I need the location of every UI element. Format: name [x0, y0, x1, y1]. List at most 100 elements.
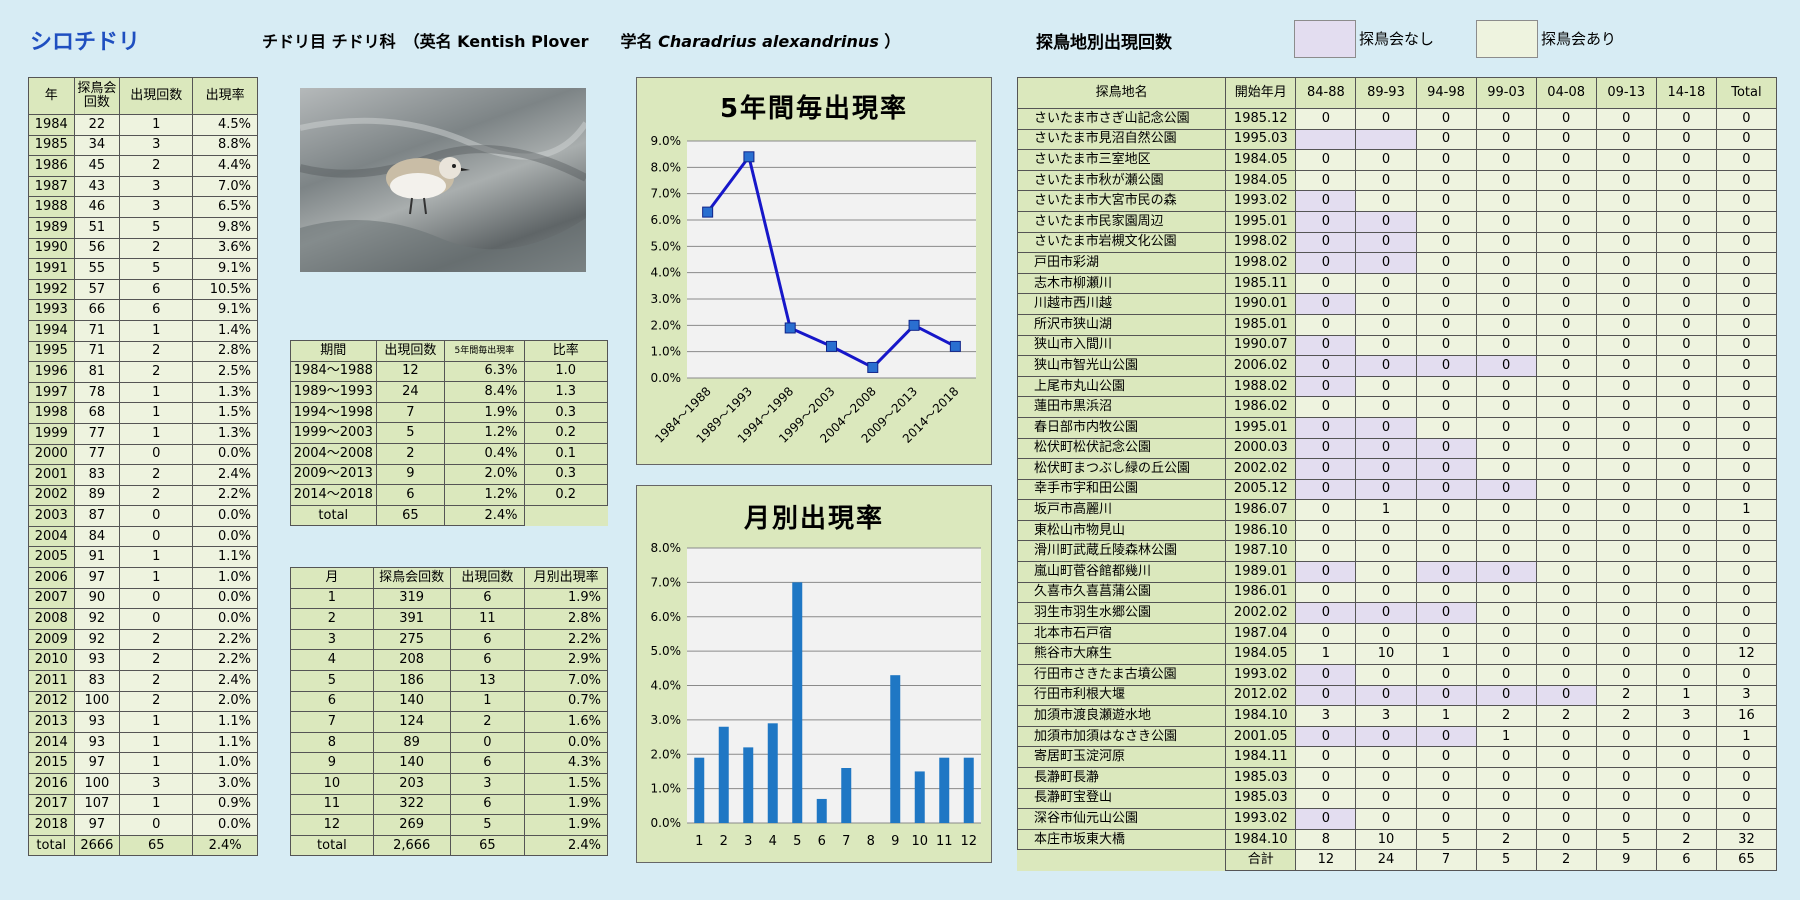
table-row: 1988 46 3 6.5% — [28, 196, 258, 218]
count-cell: 0 — [1715, 231, 1778, 254]
table-row: 行田市利根大堰 2012.02 0 0 0 0 0 2 1 3 — [1016, 684, 1778, 707]
table-cell: 9.1% — [192, 299, 258, 321]
count-cell: 0 — [1715, 355, 1778, 377]
table-cell: 391 — [372, 608, 451, 630]
count-cell: 0 — [1655, 128, 1717, 151]
col-header: 期間 — [290, 340, 377, 362]
table-cell: 1993 — [28, 299, 75, 321]
start-date: 1985.12 — [1225, 108, 1297, 130]
table-cell: 1999 — [28, 422, 75, 445]
table-cell: 275 — [372, 628, 451, 651]
count-cell: 1 — [1415, 643, 1477, 666]
table-cell: 1989～1993 — [290, 381, 377, 403]
table-cell: 269 — [372, 814, 451, 836]
col-header: 探鳥会回数 — [73, 77, 121, 115]
table-cell: 1.0% — [192, 567, 258, 589]
table-row: 行田市さきたま古墳公園 1993.02 0 0 0 0 0 0 0 0 — [1016, 664, 1778, 686]
table-cell: 2017 — [28, 793, 75, 816]
table-cell: 1984～1988 — [290, 360, 377, 383]
count-cell: 0 — [1415, 355, 1477, 377]
count-cell: 0 — [1415, 169, 1477, 192]
bird-photo — [300, 88, 586, 272]
blank-cell — [1018, 850, 1226, 871]
count-cell: 0 — [1355, 746, 1417, 768]
count-cell: 0 — [1595, 108, 1657, 130]
site-name: 深谷市仙元山公園 — [1016, 808, 1227, 830]
count-cell: 0 — [1475, 272, 1537, 295]
month-table-wrap: 月 探鳥会回数 出現回数 月別出現率 1 319 6 1.9% 2 391 11 2.8% 3 2… — [290, 567, 608, 857]
count-cell: 0 — [1415, 581, 1477, 604]
count-cell: 0 — [1295, 396, 1357, 418]
count-cell: 12 — [1715, 643, 1778, 666]
start-date: 1998.02 — [1225, 252, 1297, 274]
count-cell: 2 — [1535, 705, 1597, 727]
x-tick-label: 11 — [936, 834, 953, 849]
count-cell: 0 — [1475, 519, 1537, 542]
table-cell: 71 — [73, 319, 121, 342]
count-cell: 0 — [1415, 272, 1477, 295]
site-name: 春日部市内牧公園 — [1016, 416, 1227, 439]
order-family: チドリ目 チドリ科 — [262, 32, 396, 51]
count-cell: 0 — [1595, 437, 1657, 460]
count-cell: 0 — [1715, 169, 1778, 192]
table-cell: 0.0% — [192, 587, 258, 610]
count-cell: 0 — [1715, 396, 1778, 418]
year-table: 年 探鳥会回数 出現回数 出現率 1984 22 1 4.5% 1985 34 3 8.8% 1… — [28, 77, 258, 857]
start-date: 1995.03 — [1225, 128, 1297, 151]
col-header: 09-13 — [1595, 77, 1657, 109]
count-cell: 0 — [1475, 787, 1537, 810]
count-cell: 0 — [1535, 416, 1597, 439]
count-cell: 0 — [1535, 684, 1597, 707]
table-cell: 51 — [73, 216, 121, 239]
count-cell: 0 — [1595, 458, 1657, 480]
site-name: 行田市利根大堰 — [1016, 684, 1227, 707]
count-cell: 0 — [1535, 334, 1597, 357]
table-cell: 1 — [119, 711, 194, 733]
table-cell: 0 — [119, 608, 194, 630]
line-chart-svg: 0.0% 1.0% 2.0% 3.0% 4.0% 5.0% 6.0% 7.0% 8.0% 9.0%… — [651, 134, 976, 446]
table-cell: 7 — [290, 711, 374, 733]
table-cell: 2004 — [28, 525, 75, 548]
count-cell: 0 — [1415, 664, 1477, 686]
count-cell: 0 — [1295, 334, 1357, 357]
total-row: total 2,666 65 2.4% — [290, 834, 608, 857]
site-name: 加須市加須はなさき公園 — [1016, 725, 1227, 748]
start-date: 1986.10 — [1225, 519, 1297, 542]
col-header: 探鳥会回数 — [372, 567, 451, 589]
table-cell: 34 — [73, 134, 121, 157]
count-cell: 0 — [1295, 375, 1357, 398]
start-date: 2005.12 — [1225, 478, 1297, 501]
table-cell: 319 — [372, 587, 451, 610]
col-header: 年 — [28, 77, 75, 115]
count-cell: 0 — [1475, 190, 1537, 212]
data-point — [784, 322, 796, 334]
bar — [841, 768, 852, 823]
table-row: 8 89 0 0.0% — [290, 731, 608, 754]
count-cell: 0 — [1595, 355, 1657, 377]
count-cell: 3 — [1295, 705, 1357, 727]
table-row: 春日部市内牧公園 1995.01 0 0 0 0 0 0 0 0 — [1016, 416, 1778, 439]
table-cell: 2001 — [28, 464, 75, 486]
table-row: 1995 71 2 2.8% — [28, 340, 258, 363]
count-cell: 0 — [1475, 643, 1537, 666]
start-date: 1988.02 — [1225, 375, 1297, 398]
table-cell: 0.2 — [523, 484, 608, 506]
count-cell: 0 — [1295, 169, 1357, 192]
year-table-wrap: 年 探鳥会回数 出現回数 出現率 1984 22 1 4.5% 1985 34 3 8.8% 1… — [28, 77, 258, 857]
table-row: 10 203 3 1.5% — [290, 772, 608, 795]
table-cell: 2002 — [28, 484, 75, 507]
count-cell: 0 — [1295, 108, 1357, 130]
total-cell: 2.4% — [192, 834, 258, 857]
table-row: さいたま市見沼自然公園 1995.03 0 0 0 0 0 0 — [1016, 128, 1778, 151]
total-cell: 65 — [1715, 849, 1778, 871]
count-cell: 1 — [1475, 725, 1537, 748]
total-cell: 2,666 — [372, 834, 451, 857]
table-cell: 77 — [73, 443, 121, 466]
count-cell: 32 — [1715, 828, 1778, 851]
table-cell: 2.4% — [192, 464, 258, 486]
count-cell: 0 — [1595, 664, 1657, 686]
count-cell: 0 — [1475, 499, 1537, 521]
count-cell: 0 — [1595, 602, 1657, 624]
count-cell: 1 — [1295, 643, 1357, 666]
table-row: 12 269 5 1.9% — [290, 814, 608, 836]
